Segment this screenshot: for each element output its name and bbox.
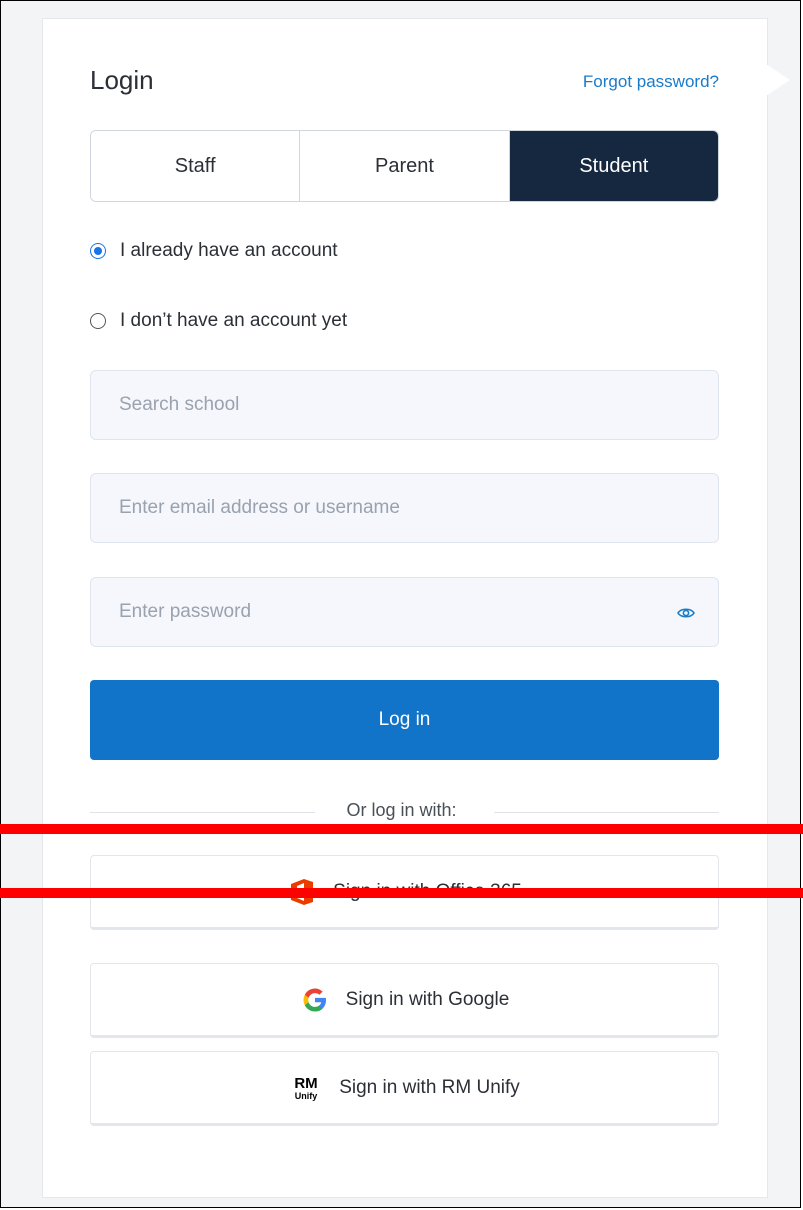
svg-text:RM: RM — [295, 1075, 318, 1092]
email-username-input[interactable]: Enter email address or username — [90, 473, 719, 543]
rm-unify-icon: RM Unify — [295, 1075, 318, 1101]
search-school-placeholder: Search school — [119, 394, 240, 415]
svg-text:Unify: Unify — [295, 1091, 318, 1101]
rm-unify-label: Sign in with RM Unify — [339, 1076, 520, 1098]
forgot-password-link[interactable]: Forgot password? — [583, 72, 719, 92]
email-placeholder: Enter email address or username — [119, 497, 400, 518]
search-school-input[interactable]: Search school — [90, 370, 719, 440]
tab-student[interactable]: Student — [509, 131, 718, 201]
radio-label: I already have an account — [120, 240, 338, 261]
google-icon — [303, 988, 326, 1011]
radio-button[interactable] — [90, 313, 106, 329]
radio-have-account[interactable]: I already have an account — [90, 240, 338, 262]
password-placeholder: Enter password — [119, 601, 252, 622]
google-label: Sign in with Google — [345, 988, 510, 1010]
tab-staff[interactable]: Staff — [91, 131, 301, 201]
radio-label: I don’t have an account yet — [120, 310, 348, 331]
divider-right — [494, 812, 719, 813]
role-tabs: Staff Parent Student — [90, 130, 719, 202]
annotation-line-top — [0, 824, 803, 834]
google-signin-button[interactable]: Sign in with Google — [90, 963, 719, 1038]
rm-unify-signin-button[interactable]: RM Unify Sign in with RM Unify — [90, 1051, 719, 1126]
login-button[interactable]: Log in — [90, 680, 719, 760]
password-input[interactable]: Enter password — [90, 577, 719, 647]
page-title: Login — [90, 65, 154, 95]
radio-button-checked[interactable] — [90, 243, 106, 259]
radio-no-account[interactable]: I don’t have an account yet — [90, 310, 347, 332]
or-login-with-text: Or log in with: — [346, 800, 457, 820]
tab-parent[interactable]: Parent — [300, 131, 510, 201]
annotation-line-bottom — [0, 888, 803, 898]
eye-icon[interactable] — [676, 603, 696, 623]
